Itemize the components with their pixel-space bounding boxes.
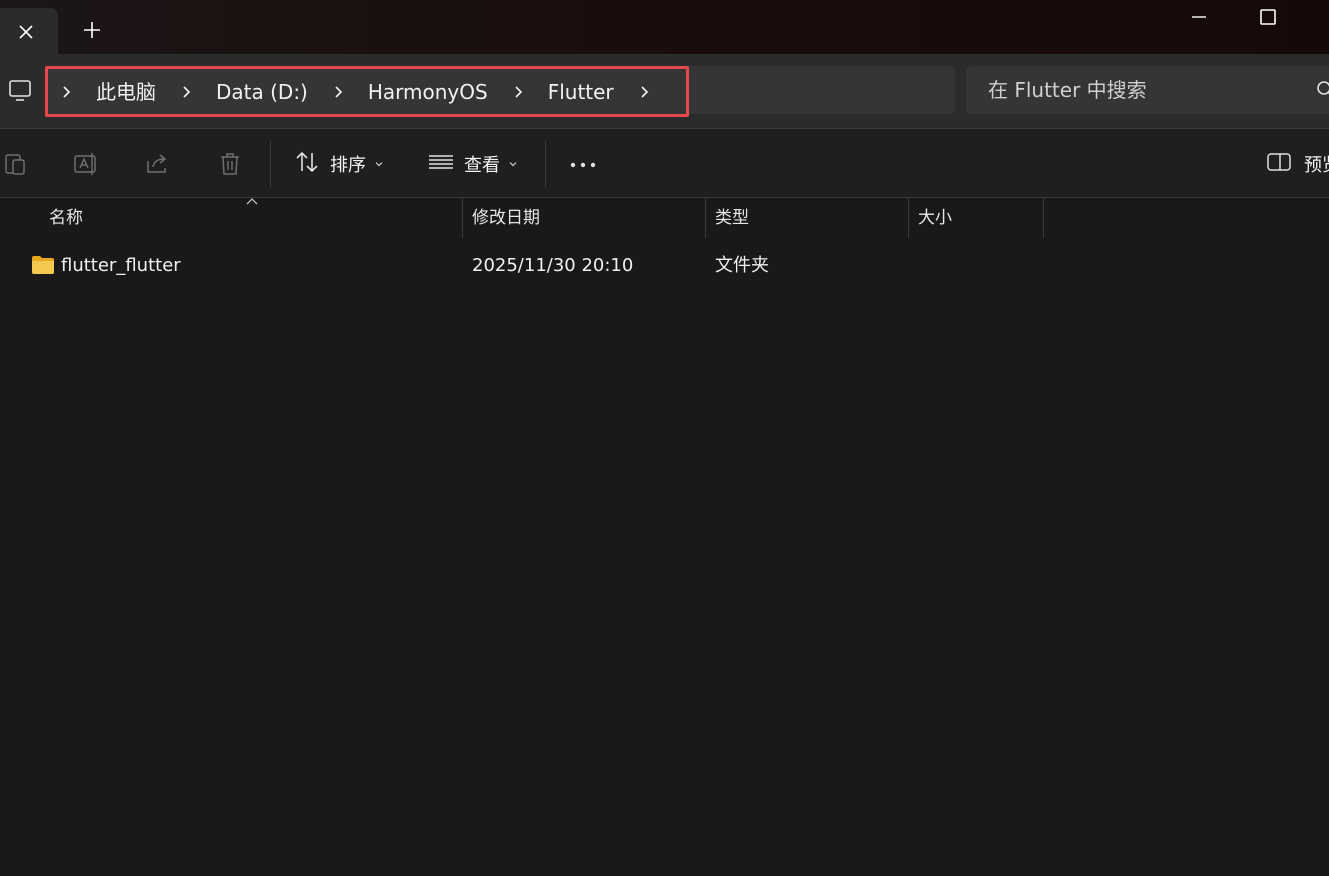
column-divider[interactable] [462,198,463,238]
plus-icon[interactable] [80,18,104,42]
breadcrumb-data-drive[interactable]: Data (D:) [204,72,320,112]
chevron-down-icon [509,162,517,167]
file-type: 文件夹 [715,255,769,276]
active-tab[interactable] [0,8,58,54]
view-list-icon [428,149,454,179]
breadcrumb: 此电脑 Data (D:) HarmonyOS Flutter [45,66,689,117]
sort-button[interactable]: 排序 [294,143,384,185]
search-icon[interactable] [1316,80,1329,100]
sort-icon [294,149,320,179]
more-icon[interactable] [570,151,596,177]
chevron-right-icon[interactable] [626,72,662,112]
preview-button[interactable]: 预览 [1266,151,1329,177]
close-icon[interactable] [14,20,38,44]
preview-label: 预览 [1304,155,1329,176]
toolbar-divider [270,141,271,187]
column-headers: 名称 修改日期 类型 大小 [0,198,1329,238]
column-divider[interactable] [908,198,909,238]
share-icon[interactable] [145,151,171,177]
sort-label: 排序 [330,155,366,176]
search-input[interactable]: 在 Flutter 中搜索 [966,66,1329,114]
title-bar [0,0,1329,54]
file-modified: 2025/11/30 20:10 [472,255,634,276]
column-header-modified[interactable]: 修改日期 [472,198,540,238]
folder-icon [31,255,55,275]
breadcrumb-harmonyos[interactable]: HarmonyOS [356,72,500,112]
table-row[interactable]: flutter_flutter 2025/11/30 20:10 文件夹 [0,246,1329,286]
trash-icon[interactable] [217,151,243,177]
toolbar-divider [545,141,546,187]
column-header-size[interactable]: 大小 [918,198,952,238]
rename-icon[interactable] [73,151,99,177]
this-pc-icon[interactable] [7,78,33,104]
paste-icon[interactable] [2,151,28,177]
sort-ascending-icon [246,198,258,205]
view-label: 查看 [464,155,500,176]
column-divider[interactable] [1043,198,1044,238]
file-name[interactable]: flutter_flutter [61,246,181,286]
breadcrumb-this-pc[interactable]: 此电脑 [84,72,168,112]
maximize-icon[interactable] [1257,6,1279,28]
view-button[interactable]: 查看 [428,143,518,185]
preview-pane-icon [1266,149,1292,179]
chevron-right-icon[interactable] [500,72,536,112]
chevron-right-icon[interactable] [48,72,84,112]
file-list: 名称 修改日期 类型 大小 flutter_flutter 2025/11/30… [0,198,1329,876]
search-placeholder: 在 Flutter 中搜索 [988,78,1147,102]
column-header-type[interactable]: 类型 [715,198,749,238]
chevron-down-icon [375,162,383,167]
minimize-icon[interactable] [1188,6,1210,28]
breadcrumb-flutter[interactable]: Flutter [536,72,626,112]
column-header-name[interactable]: 名称 [49,198,83,238]
address-row: 此电脑 Data (D:) HarmonyOS Flutter 在 Flutte… [0,54,1329,128]
column-divider[interactable] [705,198,706,238]
command-bar: 排序 查看 预览 [0,128,1329,198]
chevron-right-icon[interactable] [168,72,204,112]
chevron-right-icon[interactable] [320,72,356,112]
